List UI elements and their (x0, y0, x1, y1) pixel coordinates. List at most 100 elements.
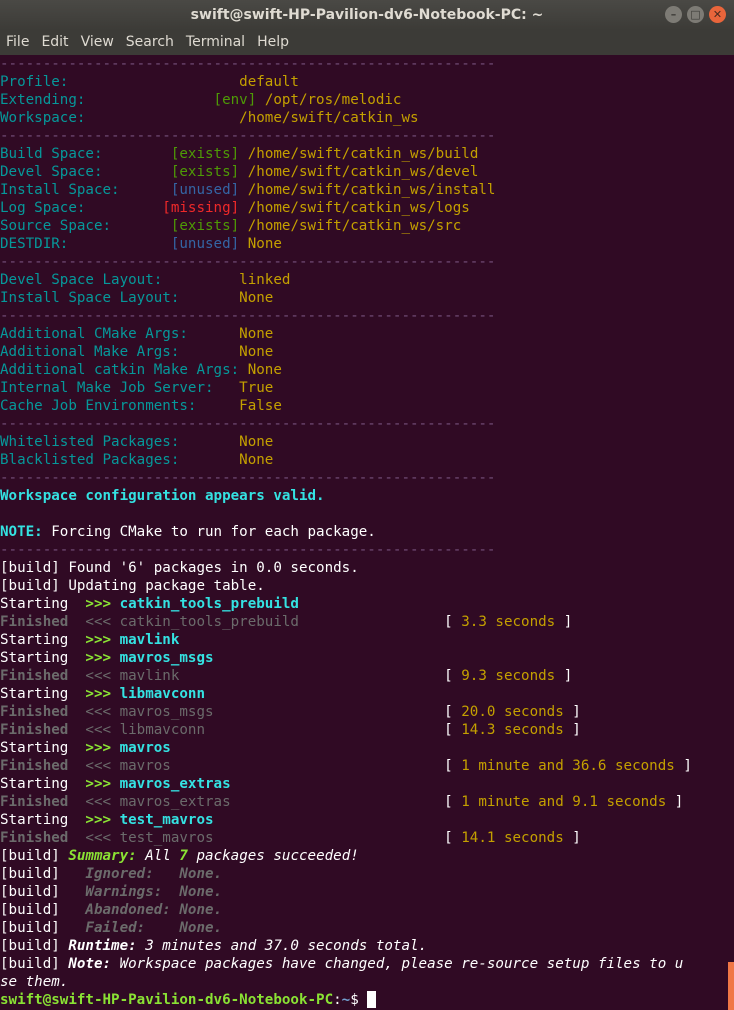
terminal-text: [missing] (162, 200, 240, 216)
terminal-text: Workspace: (0, 110, 240, 126)
terminal-text: None (247, 236, 282, 252)
terminal-line: Install Space Layout: None (0, 289, 728, 307)
terminal-text: Starting (0, 650, 86, 666)
menu-file[interactable]: File (0, 30, 35, 55)
terminal-text: [build] (0, 938, 69, 954)
menu-help[interactable]: Help (251, 30, 295, 55)
terminal-line: Finished <<< catkin_tools_prebuild [ 3.3… (0, 613, 728, 631)
terminal-text: >>> (85, 650, 120, 666)
terminal-line: Additional Make Args: None (0, 343, 728, 361)
terminal-text: Install Space: (0, 182, 171, 198)
window-titlebar[interactable]: swift@swift-HP-Pavilion-dv6-Notebook-PC:… (0, 0, 734, 30)
menu-view[interactable]: View (75, 30, 120, 55)
menu-terminal[interactable]: Terminal (180, 30, 251, 55)
maximize-button[interactable]: □ (687, 6, 704, 23)
prompt-line[interactable]: swift@swift-HP-Pavilion-dv6-Notebook-PC:… (0, 991, 728, 1009)
menu-edit[interactable]: Edit (35, 30, 74, 55)
terminal-text: [ (444, 794, 462, 810)
terminal-text: <<< libmavconn (85, 722, 445, 738)
terminal-text: mavlink (119, 632, 180, 648)
terminal-text: >>> (85, 596, 120, 612)
window-title: swift@swift-HP-Pavilion-dv6-Notebook-PC:… (190, 7, 544, 23)
terminal-line: Profile: default (0, 73, 728, 91)
terminal-line: Whitelisted Packages: None (0, 433, 728, 451)
terminal-line: Starting >>> mavros (0, 739, 728, 757)
terminal-text: Workspace configuration appears valid. (0, 488, 325, 504)
terminal-text: Cache Job Environments: (0, 398, 240, 414)
terminal-line: Starting >>> test_mavros (0, 811, 728, 829)
terminal-text: catkin_tools_prebuild (119, 596, 299, 612)
terminal-text: 7 (179, 848, 188, 864)
terminal-text: ] (555, 614, 573, 630)
terminal-text: ----------------------------------------… (0, 470, 496, 486)
terminal-text: None (239, 326, 274, 342)
terminal-text: /opt/ros/melodic (264, 92, 402, 108)
terminal-text: linked (239, 272, 291, 288)
terminal-text: ----------------------------------------… (0, 416, 496, 432)
terminal-text: Finished (0, 758, 86, 774)
terminal-text: se them. (0, 974, 69, 990)
terminal-line: ----------------------------------------… (0, 307, 728, 325)
terminal-text: Internal Make Job Server: (0, 380, 240, 396)
terminal-line: se them. (0, 973, 728, 991)
scrollbar-thumb[interactable] (728, 962, 734, 1010)
terminal-text: [build] Updating package table. (0, 578, 265, 594)
terminal-text: libmavconn (119, 686, 206, 702)
terminal-text: [build] (0, 866, 86, 882)
terminal-text: Whitelisted Packages: (0, 434, 240, 450)
terminal-line: Source Space: [exists] /home/swift/catki… (0, 217, 728, 235)
text-cursor (367, 991, 377, 1008)
terminal-text: NOTE: (0, 524, 43, 540)
prompt-path: ~ (341, 992, 351, 1008)
terminal-text: Blacklisted Packages: (0, 452, 240, 468)
terminal-text: Finished (0, 668, 86, 684)
close-button[interactable]: ✕ (709, 6, 726, 23)
terminal-line: Additional catkin Make Args: None (0, 361, 728, 379)
terminal-line: [build] Abandoned: None. (0, 901, 728, 919)
terminal-text: Additional catkin Make Args: (0, 362, 248, 378)
terminal-line: [build] Found '6' packages in 0.0 second… (0, 559, 728, 577)
terminal-text: Starting (0, 596, 86, 612)
terminal-text: Finished (0, 614, 86, 630)
window-controls: – □ ✕ (665, 6, 726, 23)
terminal-line: [build] Ignored: None. (0, 865, 728, 883)
terminal-text: [unused] (170, 182, 240, 198)
terminal-text: [build] (0, 884, 86, 900)
terminal-text: Failed: None. (85, 920, 223, 936)
terminal-text: Starting (0, 740, 86, 756)
terminal-text: ----------------------------------------… (0, 56, 496, 72)
terminal-text: [exists] (170, 164, 240, 180)
terminal-output[interactable]: ----------------------------------------… (0, 55, 728, 1010)
terminal-line: Cache Job Environments: False (0, 397, 728, 415)
terminal-line: Finished <<< libmavconn [ 14.3 seconds ] (0, 721, 728, 739)
terminal-text: <<< mavlink (85, 668, 445, 684)
terminal-text: Source Space: (0, 218, 171, 234)
terminal-text: Workspace packages have changed, please … (111, 956, 684, 972)
terminal-text: ] (563, 722, 581, 738)
menu-search[interactable]: Search (120, 30, 180, 55)
minimize-button[interactable]: – (665, 6, 682, 23)
terminal-text: <<< mavros_msgs (85, 704, 445, 720)
terminal-line: Build Space: [exists] /home/swift/catkin… (0, 145, 728, 163)
terminal-line: Internal Make Job Server: True (0, 379, 728, 397)
prompt-colon: : (333, 992, 342, 1008)
terminal-line: Install Space: [unused] /home/swift/catk… (0, 181, 728, 199)
terminal-text: <<< catkin_tools_prebuild (85, 614, 445, 630)
terminal-text: ----------------------------------------… (0, 254, 496, 270)
terminal-text: None (239, 344, 274, 360)
terminal-text: Additional CMake Args: (0, 326, 240, 342)
terminal-text: ] (555, 668, 573, 684)
terminal-text: [ (444, 704, 462, 720)
terminal-text: DESTDIR: (0, 236, 171, 252)
terminal-scrollbar[interactable] (728, 55, 734, 1010)
terminal-text: >>> (85, 776, 120, 792)
terminal-text: ] (674, 758, 692, 774)
terminal-text: /home/swift/catkin_ws/logs (247, 200, 470, 216)
terminal-text: [build] (0, 848, 69, 864)
terminal-line: Finished <<< mavros_msgs [ 20.0 seconds … (0, 703, 728, 721)
terminal-text: [unused] (170, 236, 240, 252)
